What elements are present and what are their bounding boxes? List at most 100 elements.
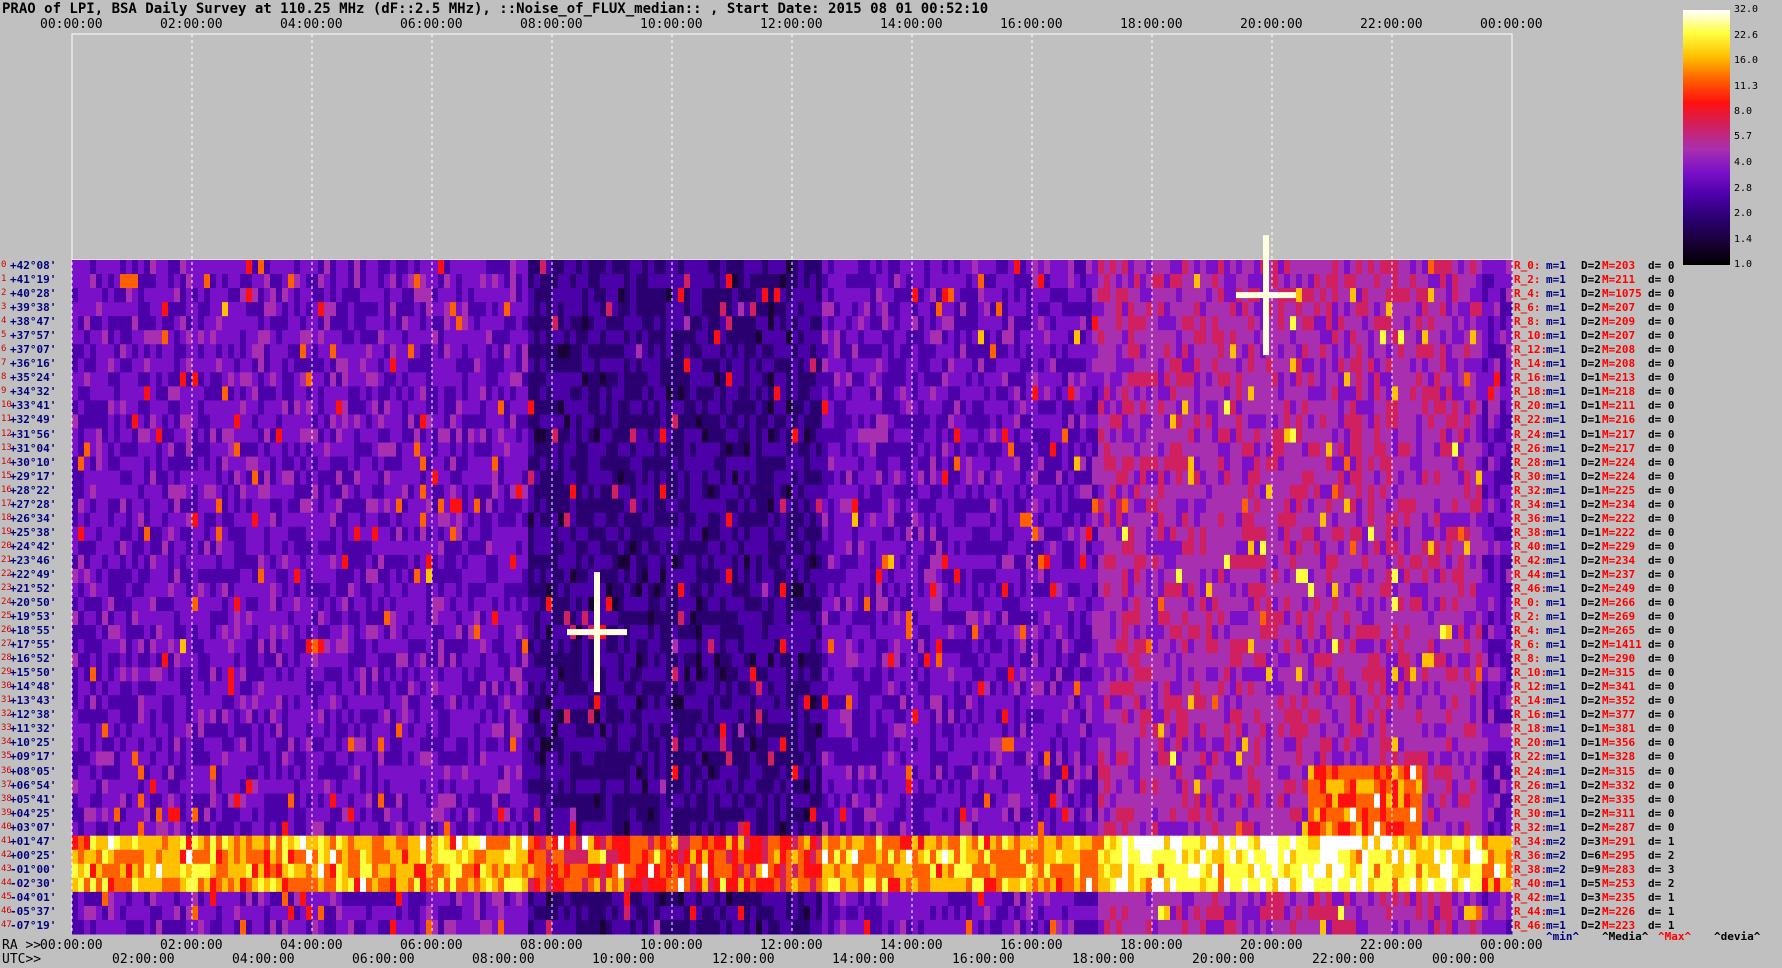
heatmap-cell — [942, 484, 949, 500]
heatmap-cell — [144, 400, 151, 415]
heatmap-cell — [1356, 288, 1363, 303]
heatmap-cell — [396, 372, 403, 387]
heatmap-cell — [636, 484, 643, 500]
heatmap-cell — [144, 316, 151, 331]
heatmap-cell — [1050, 442, 1057, 458]
heatmap-cell — [180, 456, 187, 472]
heatmap-cell — [1062, 260, 1069, 275]
heatmap-cell — [948, 330, 955, 345]
heatmap-cell — [1116, 526, 1123, 542]
heatmap-cell — [870, 302, 877, 317]
heatmap-cell — [774, 470, 781, 486]
heatmap-cell — [1218, 428, 1225, 444]
heatmap-cell — [1470, 484, 1477, 500]
heatmap-cell — [672, 288, 679, 303]
heatmap-cell — [216, 330, 223, 345]
heatmap-cell — [474, 428, 481, 444]
heatmap-cell — [216, 372, 223, 387]
heatmap-cell — [1440, 316, 1447, 331]
heatmap-cell — [1086, 540, 1093, 556]
heatmap-cell — [1122, 288, 1129, 303]
heatmap-cell — [630, 330, 637, 345]
heatmap-cell — [1302, 372, 1309, 387]
heatmap-cell — [738, 498, 745, 514]
heatmap-cell — [894, 400, 901, 415]
heatmap-cell — [1494, 484, 1501, 500]
heatmap-cell — [198, 442, 205, 458]
heatmap-cell — [534, 330, 541, 345]
heatmap-cell — [1212, 386, 1219, 401]
heatmap-cell — [936, 484, 943, 500]
heatmap-cell — [390, 316, 397, 331]
heatmap-cell — [1188, 498, 1195, 514]
heatmap-cell — [582, 260, 589, 275]
heatmap-cell — [252, 358, 259, 373]
heatmap-cell — [1200, 400, 1207, 415]
heatmap-cell — [978, 470, 985, 486]
heatmap-cell — [1098, 274, 1105, 289]
heatmap-cell — [1308, 484, 1315, 500]
heatmap-cell — [1482, 372, 1489, 387]
heatmap-cell — [1230, 414, 1237, 429]
heatmap-cell — [474, 316, 481, 331]
heatmap-cell — [510, 400, 517, 415]
heatmap-cell — [456, 316, 463, 331]
heatmap-cell — [894, 386, 901, 401]
heatmap-cell — [516, 484, 523, 500]
heatmap-cell — [318, 344, 325, 359]
heatmap-cell — [390, 386, 397, 401]
heatmap-cell — [1140, 540, 1147, 556]
heatmap-cell — [384, 372, 391, 387]
heatmap-cell — [780, 456, 787, 472]
heatmap-cell — [270, 526, 277, 542]
heatmap-cell — [744, 540, 751, 556]
heatmap-cell — [1440, 400, 1447, 415]
heatmap-cell — [1014, 456, 1021, 472]
heatmap-cell — [1398, 344, 1405, 359]
heatmap-cell — [1194, 316, 1201, 331]
heatmap-cell — [660, 260, 667, 275]
heatmap-cell — [1338, 498, 1345, 514]
heatmap-cell — [702, 442, 709, 458]
heatmap-cell — [774, 288, 781, 303]
heatmap-cell — [228, 442, 235, 458]
heatmap-cell — [198, 400, 205, 415]
heatmap-cell — [780, 512, 787, 528]
heatmap-cell — [1458, 428, 1465, 444]
heatmap-cell — [1428, 414, 1435, 429]
heatmap-cell — [1260, 428, 1267, 444]
heatmap-cell — [1134, 442, 1141, 458]
heatmap-cell — [750, 330, 757, 345]
heatmap-cell — [564, 386, 571, 401]
heatmap-cell — [126, 512, 133, 528]
heatmap-cell — [372, 484, 379, 500]
heatmap-cell — [348, 512, 355, 528]
heatmap-cell — [522, 428, 529, 444]
heatmap-cell — [1098, 456, 1105, 472]
heatmap-cell — [1248, 456, 1255, 472]
heatmap-cell — [504, 442, 511, 458]
heatmap-cell — [1230, 428, 1237, 444]
heatmap-cell — [582, 372, 589, 387]
heatmap-cell — [1338, 274, 1345, 289]
heatmap-cell — [252, 428, 259, 444]
heatmap-cell — [1398, 484, 1405, 500]
heatmap-cell — [834, 526, 841, 542]
heatmap-cell — [582, 512, 589, 528]
heatmap-cell — [822, 260, 829, 275]
heatmap-cell — [756, 344, 763, 359]
heatmap-cell — [864, 274, 871, 289]
heatmap-cell — [876, 456, 883, 472]
heatmap-cell — [156, 540, 163, 556]
heatmap-cell — [588, 470, 595, 486]
heatmap-cell — [1416, 288, 1423, 303]
heatmap-cell — [1350, 400, 1357, 415]
heatmap-cell — [960, 498, 967, 514]
heatmap-cell — [462, 386, 469, 401]
heatmap-cell — [342, 470, 349, 486]
heatmap-cell — [1368, 386, 1375, 401]
heatmap-cell — [888, 470, 895, 486]
heatmap-cell — [1056, 372, 1063, 387]
heatmap-cell — [432, 526, 439, 542]
heatmap-cell — [624, 512, 631, 528]
